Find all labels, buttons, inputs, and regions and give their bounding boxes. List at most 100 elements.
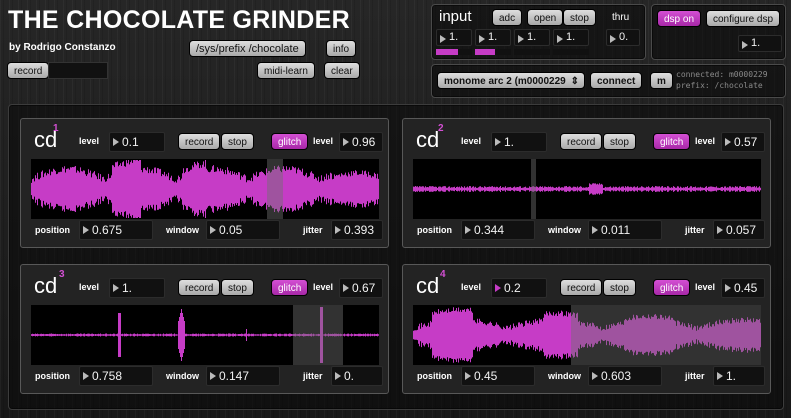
position-label: position: [35, 371, 70, 381]
dsp-on-button[interactable]: dsp on: [657, 10, 702, 27]
input-title: input: [439, 8, 472, 25]
monome-device-select[interactable]: monome arc 2 (m0000229 ⇕: [437, 72, 585, 89]
jitter-label: jitter: [685, 225, 705, 235]
record-button[interactable]: record: [7, 62, 50, 79]
cd-number: 1: [53, 123, 59, 134]
level-label: level: [461, 282, 482, 292]
window-number[interactable]: 0.05: [206, 220, 280, 240]
cd-stop-button[interactable]: stop: [603, 279, 636, 296]
cd-record-button[interactable]: record: [560, 133, 603, 150]
cd-record-button[interactable]: record: [178, 279, 221, 296]
clear-button[interactable]: clear: [324, 62, 360, 79]
waveform-display[interactable]: [413, 305, 761, 365]
thru-label: thru: [612, 12, 630, 23]
glitch-button[interactable]: glitch: [653, 279, 691, 296]
position-number[interactable]: 0.675: [79, 220, 153, 240]
glitch-level-number[interactable]: 0.67: [339, 278, 383, 298]
waveform-display[interactable]: [31, 159, 379, 219]
cd-stop-button[interactable]: stop: [221, 279, 254, 296]
app-title: THE CHOCOLATE GRINDER: [8, 6, 350, 34]
playback-window[interactable]: [293, 305, 343, 365]
input-panel: input adc open stop thru 1. 1. 1. 1. 0.: [431, 4, 646, 60]
glitch-button[interactable]: glitch: [271, 133, 309, 150]
window-number[interactable]: 0.603: [588, 366, 662, 386]
position-number[interactable]: 0.344: [461, 220, 535, 240]
waveform-display[interactable]: [413, 159, 761, 219]
cd-panel-4: cd 4 level 0.2 record stop glitch level …: [402, 264, 771, 394]
cd-record-button[interactable]: record: [560, 279, 603, 296]
midi-learn-button[interactable]: midi-learn: [257, 62, 315, 79]
monome-status-1: connected: m0000229: [676, 70, 768, 79]
input-level-2[interactable]: 1.: [475, 29, 511, 46]
window-number[interactable]: 0.011: [588, 220, 662, 240]
glitch-button[interactable]: glitch: [653, 133, 691, 150]
dsp-panel: dsp on configure dsp 1.: [651, 4, 786, 60]
updown-arrow-icon: ⇕: [570, 76, 579, 87]
cd-panel-3: cd 3 level 1. record stop glitch level 0…: [20, 264, 389, 394]
window-number[interactable]: 0.147: [206, 366, 280, 386]
jitter-number[interactable]: 0.393: [331, 220, 383, 240]
open-button[interactable]: open: [527, 9, 564, 26]
position-label: position: [35, 225, 70, 235]
waveform-path: [413, 183, 761, 195]
level-label: level: [79, 136, 100, 146]
monome-panel: monome arc 2 (m0000229 ⇕ connect m conne…: [431, 64, 786, 98]
thru-value[interactable]: 0.: [606, 29, 640, 46]
configure-dsp-button[interactable]: configure dsp: [706, 10, 781, 27]
position-number[interactable]: 0.758: [79, 366, 153, 386]
jitter-label: jitter: [303, 371, 323, 381]
glitch-level-label: level: [695, 282, 716, 292]
connect-button[interactable]: connect: [590, 72, 643, 89]
waveform-display[interactable]: [31, 305, 379, 365]
input-meter-1: [436, 49, 472, 55]
playback-window[interactable]: [571, 305, 761, 365]
author-label: by Rodrigo Constanzo: [9, 42, 116, 53]
info-button[interactable]: info: [326, 40, 357, 57]
cd-stop-button[interactable]: stop: [603, 133, 636, 150]
cd-name: cd: [416, 127, 440, 152]
glitch-level-number[interactable]: 0.57: [721, 132, 765, 152]
level-number[interactable]: 0.2: [491, 278, 547, 298]
window-label: window: [166, 371, 199, 381]
playback-window[interactable]: [267, 159, 283, 219]
record-meter: [48, 62, 108, 79]
cd-stop-button[interactable]: stop: [221, 133, 254, 150]
stop-button[interactable]: stop: [563, 9, 596, 26]
waveform-svg: [31, 160, 379, 218]
position-number[interactable]: 0.45: [461, 366, 535, 386]
input-level-1[interactable]: 1.: [436, 29, 472, 46]
jitter-number[interactable]: 0.057: [713, 220, 765, 240]
cd-name: cd: [416, 273, 440, 298]
jitter-label: jitter: [303, 225, 323, 235]
monome-status-2: prefix: /chocolate: [676, 81, 763, 90]
m-button[interactable]: m: [650, 72, 673, 89]
jitter-number[interactable]: 0.: [331, 366, 383, 386]
level-number[interactable]: 1.: [491, 132, 547, 152]
cd-number: 4: [440, 269, 446, 280]
cd-number: 3: [59, 269, 65, 280]
playback-window[interactable]: [531, 159, 536, 219]
glitch-level-number[interactable]: 0.45: [721, 278, 765, 298]
jitter-number[interactable]: 1.: [713, 366, 765, 386]
cd-record-button[interactable]: record: [178, 133, 221, 150]
glitch-level-label: level: [313, 282, 334, 292]
position-label: position: [417, 225, 452, 235]
prefix-path-button[interactable]: /sys/prefix /chocolate: [189, 40, 306, 57]
waveform-path: [31, 160, 379, 218]
input-meter-3: [514, 49, 550, 55]
glitch-button[interactable]: glitch: [271, 279, 309, 296]
window-label: window: [548, 371, 581, 381]
adc-button[interactable]: adc: [492, 9, 523, 26]
level-label: level: [461, 136, 482, 146]
level-label: level: [79, 282, 100, 292]
level-number[interactable]: 0.1: [109, 132, 165, 152]
glitch-level-label: level: [313, 136, 334, 146]
input-level-3[interactable]: 1.: [514, 29, 550, 46]
glitch-level-number[interactable]: 0.96: [339, 132, 383, 152]
dsp-value[interactable]: 1.: [738, 35, 782, 52]
waveform-svg: [413, 183, 761, 195]
input-level-4[interactable]: 1.: [553, 29, 589, 46]
level-number[interactable]: 1.: [109, 278, 165, 298]
cd-number: 2: [438, 123, 444, 134]
input-meter-2: [475, 49, 511, 55]
